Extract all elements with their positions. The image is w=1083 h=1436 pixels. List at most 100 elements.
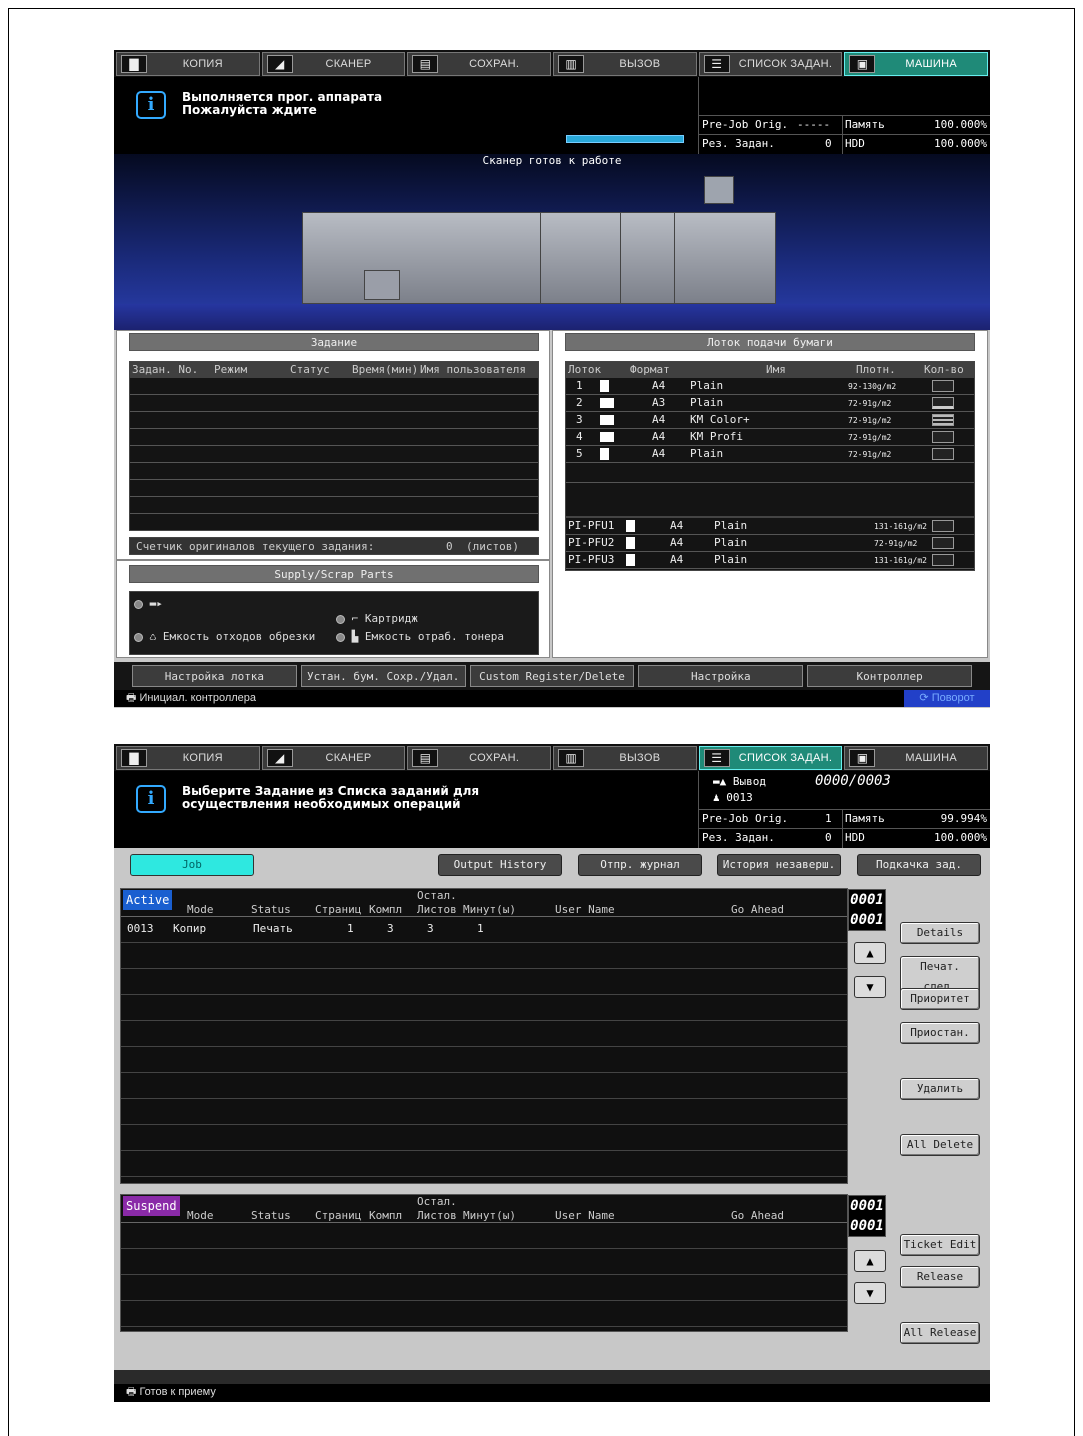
active-scroll-down-button[interactable]: ▼: [854, 976, 886, 998]
table-row[interactable]: [121, 1151, 847, 1177]
copy-icon: ▇: [121, 749, 147, 767]
paper-icon: [626, 554, 635, 566]
arrow-up-icon: ▲: [866, 946, 874, 960]
tray-row-2[interactable]: 2 A3 Plain 72-91g/m2: [566, 395, 974, 412]
supply-panel: Supply/Scrap Parts ▬▸ ⌐ Картридж ♺ Емкос…: [116, 560, 550, 658]
paper-level-indicator: [932, 397, 954, 409]
suspend-scroll-down-button[interactable]: ▼: [854, 1282, 886, 1304]
tab-recall[interactable]: ▥ ВЫЗОВ: [553, 52, 697, 76]
table-row[interactable]: [130, 480, 538, 497]
suspend-page-counter: 0001 0001: [848, 1195, 886, 1237]
table-row[interactable]: [121, 1047, 847, 1073]
table-row[interactable]: [130, 429, 538, 446]
tab-scanner[interactable]: ◢ СКАНЕР: [261, 746, 406, 770]
table-row[interactable]: [121, 1073, 847, 1099]
scanner-unit: [704, 176, 734, 204]
table-row[interactable]: [130, 463, 538, 480]
controller-button[interactable]: Контроллер: [807, 665, 972, 687]
job-table: Задан. No. Режим Статус Время(мин) Имя п…: [129, 361, 539, 531]
trim-bin-led: [134, 632, 143, 642]
all-release-button[interactable]: All Release: [900, 1322, 980, 1344]
job-list-screen: ▇ КОПИЯ ◢ СКАНЕР ▤ СОХРАН. ▥ ВЫЗОВ ☰ СПИСОК З…: [114, 744, 990, 1402]
table-row[interactable]: [130, 497, 538, 514]
status-bar: 🖶 Инициал. контроллера ⟳ Поворот: [114, 690, 990, 707]
tab-job-list[interactable]: ☰ СПИСОК ЗАДАН.: [698, 746, 843, 770]
tab-copy[interactable]: ▇ КОПИЯ: [116, 52, 260, 76]
info-icon: i: [136, 91, 166, 119]
recall-icon: ▥: [558, 749, 585, 767]
tray-row-1[interactable]: 1 A4 Plain 92-130g/m2: [566, 378, 974, 395]
all-delete-button[interactable]: All Delete: [900, 1134, 980, 1156]
table-row[interactable]: [121, 1099, 847, 1125]
status-message: Выберите Задание из Списка заданий для о…: [182, 784, 480, 811]
paper-icon: [600, 448, 609, 460]
tab-store[interactable]: ▤ СОХРАН.: [407, 746, 552, 770]
delete-button[interactable]: Удалить: [900, 1078, 980, 1100]
message-header: i Выберите Задание из Списка заданий для…: [114, 771, 990, 848]
table-row[interactable]: [121, 1223, 847, 1249]
output-history-button[interactable]: Output History: [438, 854, 562, 876]
active-scroll-up-button[interactable]: ▲: [854, 942, 886, 964]
table-row[interactable]: [121, 969, 847, 995]
table-row[interactable]: [130, 446, 538, 463]
rotate-icon: ⟳: [919, 692, 929, 704]
suspend-button[interactable]: Приостан.: [900, 1022, 980, 1044]
reserve-row: Рез. Задан. 0 HDD 100.000%: [699, 134, 990, 152]
toner-bin-led: [336, 632, 345, 642]
paper-feed-unit: [674, 212, 776, 304]
paper-setting-store-button[interactable]: Устан. бум. Сохр./Удал.: [300, 665, 466, 687]
table-row[interactable]: 0013 Копир Печать 1 3 3 1: [121, 917, 847, 943]
scanner-icon: ◢: [266, 749, 293, 767]
table-row[interactable]: [121, 1249, 847, 1275]
tray-setting-button[interactable]: Настройка лотка: [132, 665, 297, 687]
tab-recall[interactable]: ▥ ВЫЗОВ: [553, 746, 697, 770]
tab-machine[interactable]: ▣ МАШИНА: [844, 52, 989, 76]
tray-row-3[interactable]: 3 A4 KM Color+ 72-91g/m2: [566, 412, 974, 429]
tab-machine[interactable]: ▣ МАШИНА: [844, 746, 989, 770]
table-row[interactable]: [121, 1301, 847, 1327]
pfu-row-2[interactable]: PI-PFU2 A4 Plain 72-91g/m2: [566, 535, 974, 552]
status-bar: 🖶 Готов к приему: [114, 1384, 990, 1402]
table-row[interactable]: [130, 378, 538, 395]
release-button[interactable]: Release: [900, 1266, 980, 1288]
utility-button[interactable]: Настройка: [638, 665, 804, 687]
tray-row-5[interactable]: 5 A4 Plain 72-91g/m2: [566, 446, 974, 463]
machine-illustration: Сканер готов к работе: [114, 154, 990, 330]
tab-job-list[interactable]: ☰ СПИСОК ЗАДАН.: [698, 52, 843, 76]
incomplete-history-button[interactable]: История незаверш.: [717, 854, 841, 876]
job-spool-button[interactable]: Подкачка зад.: [857, 854, 981, 876]
printer-unit: [540, 212, 622, 304]
pfu-row-3[interactable]: PI-PFU3 A4 Plain 131-161g/m2: [566, 552, 974, 569]
table-row[interactable]: [130, 395, 538, 412]
table-row[interactable]: [130, 412, 538, 429]
prejob-row: Pre-Job Orig. 1 Память 99.994%: [699, 809, 990, 827]
table-row[interactable]: [121, 1125, 847, 1151]
tab-copy[interactable]: ▇ КОПИЯ: [116, 746, 260, 770]
custom-register-button[interactable]: Custom Register/Delete: [469, 665, 635, 687]
table-row[interactable]: [121, 995, 847, 1021]
table-row[interactable]: [121, 1275, 847, 1301]
job-table-header: Задан. No. Режим Статус Время(мин) Имя п…: [130, 362, 538, 378]
paper-level-indicator: [932, 448, 954, 460]
paper-icon: [600, 415, 614, 425]
tray-row-4[interactable]: 4 A4 KM Profi 72-91g/m2: [566, 429, 974, 446]
supply-panel-title: Supply/Scrap Parts: [129, 565, 539, 583]
machine-icon: ▣: [849, 55, 876, 73]
priority-button[interactable]: Приоритет: [900, 988, 980, 1010]
table-row[interactable]: [121, 1021, 847, 1047]
tab-store[interactable]: ▤ СОХРАН.: [407, 52, 552, 76]
details-button[interactable]: Details: [900, 922, 980, 944]
trim-bin-icon: ♺: [149, 630, 157, 643]
pfu-row-1[interactable]: PI-PFU1 A4 Plain 131-161g/m2: [566, 518, 974, 535]
active-page-counter: 0001 0001: [848, 889, 886, 931]
tab-scanner[interactable]: ◢ СКАНЕР: [261, 52, 406, 76]
send-log-button[interactable]: Отпр. журнал: [578, 854, 702, 876]
user-icon: ♟: [713, 791, 720, 804]
suspend-scroll-up-button[interactable]: ▲: [854, 1250, 886, 1272]
rotate-button[interactable]: ⟳ Поворот: [904, 690, 990, 707]
table-row[interactable]: [121, 943, 847, 969]
job-button[interactable]: Job: [130, 854, 254, 876]
ticket-edit-button[interactable]: Ticket Edit: [900, 1234, 980, 1256]
job-panel: Задание Задан. No. Режим Статус Время(ми…: [116, 330, 550, 560]
main-unit: [620, 212, 676, 304]
